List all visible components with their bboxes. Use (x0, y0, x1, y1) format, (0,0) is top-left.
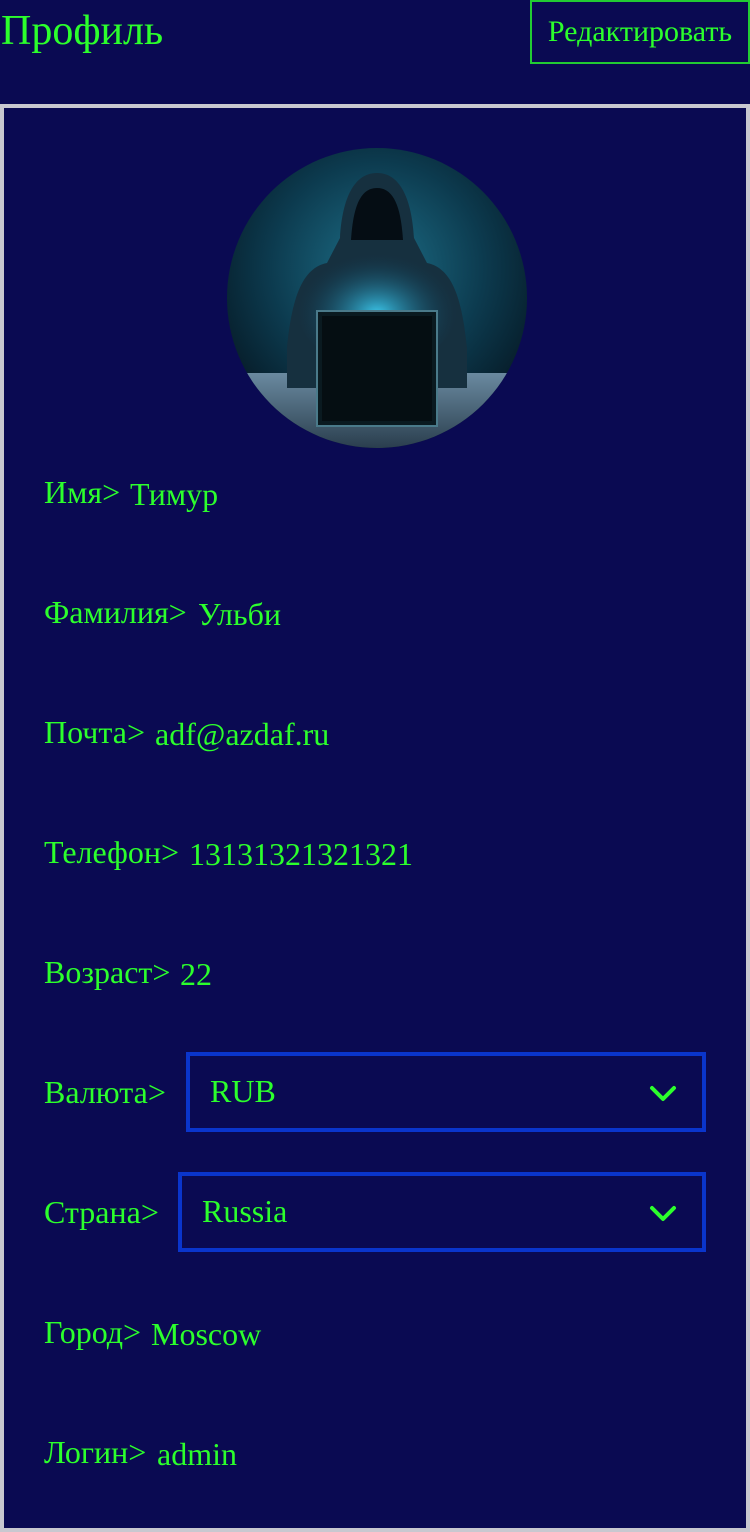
field-age-label: Возраст> (44, 954, 171, 990)
field-phone-value: 13131321321321 (189, 836, 413, 872)
edit-button[interactable]: Редактировать (530, 0, 750, 64)
field-currency: Валюта> RUB (44, 1052, 710, 1132)
field-email-value: adf@azdaf.ru (155, 716, 330, 752)
field-city-value: Moscow (151, 1316, 262, 1352)
field-name-label: Имя> (44, 474, 121, 510)
field-phone-label: Телефон> (44, 834, 179, 870)
field-surname-value: Ульби (198, 596, 282, 632)
field-country: Страна> Russia (44, 1172, 710, 1252)
currency-select[interactable]: RUB (186, 1052, 706, 1132)
hooded-hacker-avatar-icon (227, 148, 527, 448)
page-title: Профиль (1, 8, 164, 54)
chevron-down-icon (650, 1086, 676, 1101)
field-surname-label: Фамилия> (44, 594, 187, 630)
field-age-value: 22 (180, 956, 212, 992)
field-login-label: Логин> (44, 1434, 147, 1470)
avatar (227, 148, 527, 448)
field-name-value: Тимур (130, 476, 219, 512)
chevron-down-icon (650, 1206, 676, 1221)
field-city-label: Город> (44, 1314, 142, 1350)
field-login-value: admin (157, 1436, 237, 1472)
field-currency-label: Валюта> (44, 1074, 166, 1110)
country-select[interactable]: Russia (178, 1172, 706, 1252)
field-country-label: Страна> (44, 1194, 159, 1230)
country-select-value: Russia (202, 1193, 288, 1229)
profile-card: Имя> Тимур Фамилия> Ульби Почта> adf@azd… (0, 104, 750, 1532)
page-header: Профиль Редактировать (0, 0, 750, 104)
field-email-label: Почта> (44, 714, 145, 750)
currency-select-value: RUB (210, 1073, 276, 1109)
